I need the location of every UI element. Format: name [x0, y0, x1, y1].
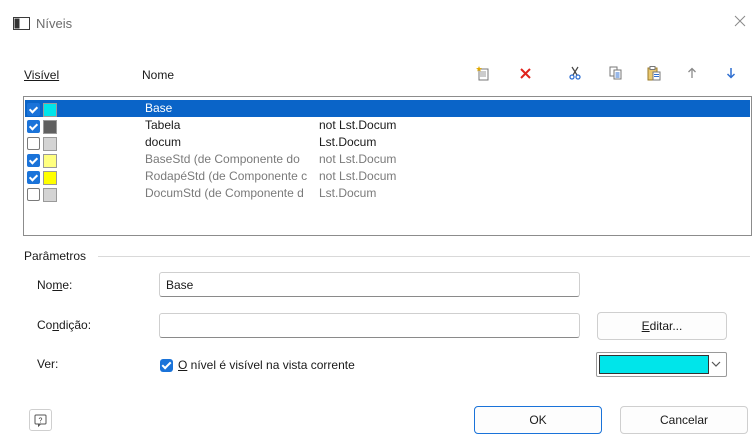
color-swatch	[43, 154, 57, 168]
level-name: Base	[145, 101, 173, 115]
help-icon: ?	[34, 414, 47, 427]
condition-label: Condição:	[37, 318, 92, 332]
window-icon	[13, 17, 30, 30]
name-label: Nome:	[37, 278, 73, 292]
color-swatch	[43, 120, 57, 134]
list-item[interactable]: DocumStd (de Componente d Lst.Docum	[25, 185, 750, 202]
color-swatch	[43, 103, 57, 117]
cut-icon[interactable]	[564, 62, 586, 84]
level-name: BaseStd (de Componente do	[145, 152, 300, 166]
color-swatch	[43, 171, 57, 185]
delete-icon[interactable]	[514, 62, 536, 84]
list-item[interactable]: docum Lst.Docum	[25, 134, 750, 151]
new-level-icon[interactable]	[472, 62, 494, 84]
visible-checkbox[interactable]	[27, 188, 40, 201]
cancel-button[interactable]: Cancelar	[620, 406, 748, 434]
visible-checkbox[interactable]	[27, 103, 40, 116]
visible-in-view-checkbox[interactable]	[160, 359, 173, 372]
color-picker[interactable]	[596, 352, 727, 377]
list-item[interactable]: RodapéStd (de Componente c not Lst.Docum	[25, 168, 750, 185]
copy-icon[interactable]	[605, 62, 627, 84]
level-name: DocumStd (de Componente d	[145, 186, 304, 200]
edit-button[interactable]: Editar...	[597, 312, 727, 340]
level-condition: not Lst.Docum	[319, 152, 397, 166]
list-item[interactable]: BaseStd (de Componente do not Lst.Docum	[25, 151, 750, 168]
level-condition: not Lst.Docum	[319, 169, 397, 183]
view-label: Ver:	[37, 357, 59, 371]
condition-field[interactable]	[159, 313, 580, 338]
level-name: RodapéStd (de Componente c	[145, 169, 308, 183]
section-divider	[98, 256, 750, 257]
level-condition: Lst.Docum	[319, 135, 377, 149]
level-name: docum	[145, 135, 182, 149]
level-name: Tabela	[145, 118, 181, 132]
visible-in-view-label[interactable]: O nível é visível na vista corrente	[178, 358, 355, 372]
title-bar: Níveis	[0, 0, 753, 36]
help-button[interactable]: ?	[29, 409, 52, 431]
color-preview	[599, 355, 709, 374]
color-swatch	[43, 188, 57, 202]
paste-icon[interactable]	[643, 62, 665, 84]
chevron-down-icon	[711, 361, 721, 367]
list-item[interactable]: Tabela not Lst.Docum	[25, 117, 750, 134]
visible-checkbox[interactable]	[27, 120, 40, 133]
parameters-section-label: Parâmetros	[24, 249, 87, 263]
column-header-name[interactable]: Nome	[142, 68, 174, 82]
move-down-icon[interactable]	[720, 62, 742, 84]
visible-checkbox[interactable]	[27, 154, 40, 167]
name-field[interactable]: Base	[159, 272, 580, 297]
levels-list[interactable]: Base Tabela not Lst.Docum docum Lst.Docu…	[23, 96, 752, 236]
move-up-icon[interactable]	[681, 62, 703, 84]
visible-checkbox[interactable]	[27, 171, 40, 184]
color-swatch	[43, 137, 57, 151]
visible-checkbox[interactable]	[27, 137, 40, 150]
level-condition: Lst.Docum	[319, 186, 377, 200]
svg-text:?: ?	[39, 417, 43, 424]
column-header-visible[interactable]: Visível	[24, 68, 59, 82]
ok-button[interactable]: OK	[474, 406, 602, 434]
window-title: Níveis	[36, 16, 73, 31]
close-icon[interactable]	[731, 14, 749, 32]
level-condition: not Lst.Docum	[319, 118, 397, 132]
list-item[interactable]: Base	[25, 100, 750, 117]
